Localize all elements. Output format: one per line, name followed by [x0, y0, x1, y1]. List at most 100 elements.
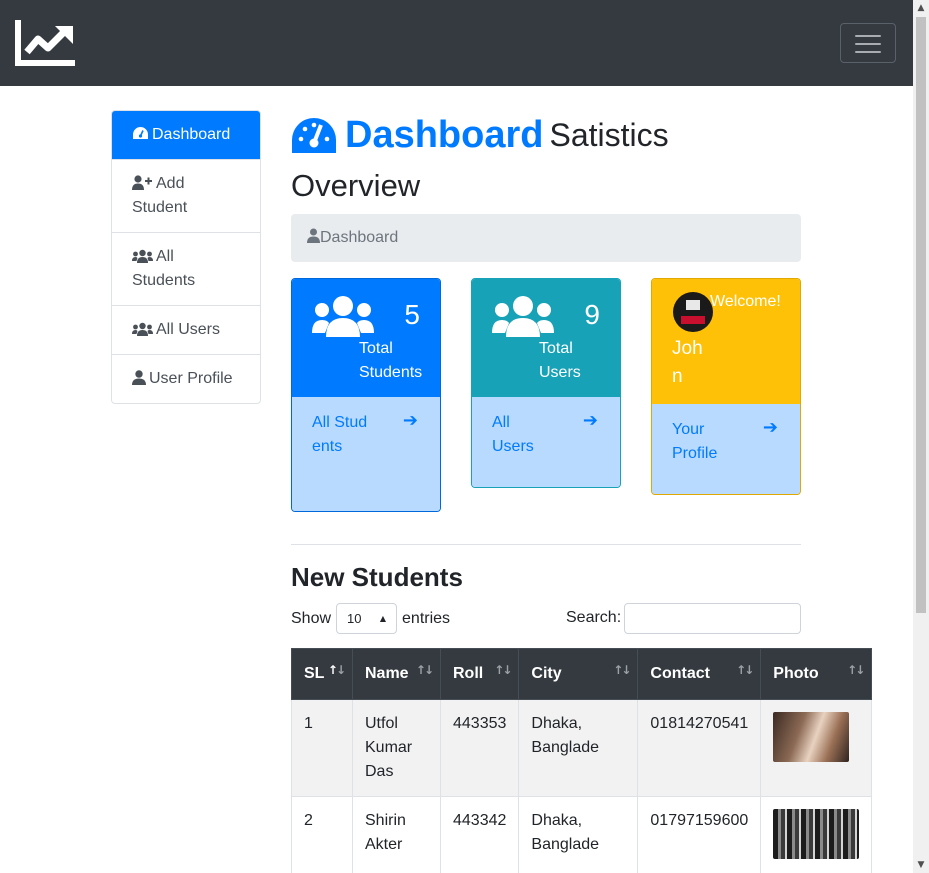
- user-icon: [307, 228, 320, 243]
- sidebar-item-label: All Users: [156, 321, 221, 338]
- sidebar: Dashboard Add Student All Students All U…: [111, 110, 261, 404]
- sort-icon: ↑↓: [415, 663, 434, 677]
- column-header-roll[interactable]: Roll ↑↓: [439, 648, 520, 700]
- user-plus-icon: [132, 175, 152, 190]
- entries-length-control: Show 10 ▲ entries: [291, 603, 450, 634]
- scroll-up-icon[interactable]: ▲: [913, 0, 929, 16]
- users-icon: [312, 296, 374, 337]
- breadcrumb-item[interactable]: Dashboard: [320, 229, 398, 246]
- cell-name: Utfol Kumar Das: [352, 699, 441, 797]
- table-row: 1 Utfol Kumar Das 443353 Dhaka, Banglade…: [291, 699, 873, 797]
- new-students-table: SL ↑↓ Name ↑↓ Roll ↑↓ City ↑↓ Contact ↑↓ Phot…: [291, 648, 873, 873]
- cell-roll: 443353: [439, 699, 520, 797]
- cell-roll: 443342: [439, 796, 520, 873]
- brand-chart-line-icon[interactable]: [15, 18, 77, 66]
- column-header-label: Contact: [650, 665, 710, 682]
- total-users-label: Total Users: [539, 340, 581, 381]
- all-students-link-text: All Students: [312, 414, 368, 455]
- column-header-label: Name: [365, 665, 409, 682]
- column-header-photo[interactable]: Photo ↑↓: [760, 648, 873, 700]
- student-photo: [773, 712, 850, 762]
- entries-select[interactable]: 10 ▲: [336, 603, 398, 634]
- entries-label: entries: [402, 609, 451, 627]
- total-students-card-header: 5 Total Students: [292, 279, 440, 397]
- column-header-label: SL: [304, 665, 325, 682]
- your-profile-link[interactable]: Your Profile ➔: [652, 404, 800, 494]
- sidebar-item-dashboard[interactable]: Dashboard: [112, 111, 260, 159]
- your-profile-link-text: Your Profile: [672, 421, 718, 462]
- sort-icon: ↑↓: [847, 663, 865, 677]
- welcome-card: Welcome! John Your Profile ➔: [651, 278, 801, 495]
- sidebar-item-label: User Profile: [149, 370, 233, 387]
- navbar-toggler-button[interactable]: [840, 23, 896, 63]
- sidebar-item-label: Dashboard: [152, 126, 231, 143]
- all-users-link-text: All Users: [492, 414, 534, 455]
- arrow-right-icon: ➔: [402, 410, 418, 431]
- sidebar-item-add-student[interactable]: Add Student: [112, 159, 260, 232]
- users-icon: [492, 296, 554, 337]
- student-photo: [773, 809, 860, 859]
- welcome-card-header: Welcome! John: [652, 279, 800, 404]
- cell-city: Dhaka, Banglade: [518, 699, 639, 797]
- sidebar-item-user-profile[interactable]: User Profile: [112, 354, 260, 403]
- total-users-card: 9 Total Users All Users ➔: [471, 278, 621, 488]
- cell-city: Dhaka, Banglade: [518, 796, 639, 873]
- vertical-scrollbar[interactable]: ▲ ▼: [913, 0, 929, 873]
- hamburger-icon-bar: [855, 51, 881, 53]
- sidebar-item-all-users[interactable]: All Users: [112, 305, 260, 354]
- cell-name: Shirin Akter: [352, 796, 441, 873]
- table-header-row: SL ↑↓ Name ↑↓ Roll ↑↓ City ↑↓ Contact ↑↓ Phot…: [291, 648, 873, 700]
- cell-sl: 2: [291, 796, 353, 873]
- hamburger-icon: [855, 35, 881, 37]
- navbar: [0, 0, 913, 86]
- cell-photo: [760, 796, 873, 873]
- show-label: Show: [291, 609, 332, 627]
- column-header-label: Roll: [453, 665, 484, 682]
- column-header-city[interactable]: City ↑↓: [518, 648, 639, 700]
- cell-photo: [760, 699, 873, 797]
- table-row: 2 Shirin Akter 443342 Dhaka, Banglade 01…: [291, 796, 873, 873]
- column-header-label: City: [531, 665, 562, 682]
- overview-heading: Overview: [291, 168, 421, 203]
- tachometer-icon: [133, 127, 148, 139]
- arrow-right-icon: ➔: [582, 410, 598, 431]
- sort-icon: ↑↓: [327, 663, 346, 677]
- arrow-right-icon: ➔: [762, 417, 778, 438]
- page-title-text: Dashboard: [345, 114, 544, 156]
- user-name: John: [672, 338, 703, 387]
- total-students-label: Total Students: [359, 340, 423, 381]
- divider: [291, 544, 801, 545]
- page-title: Dashboard Satistics: [291, 114, 669, 164]
- column-header-sl[interactable]: SL ↑↓: [291, 648, 353, 700]
- all-students-link[interactable]: All Students ➔: [292, 397, 440, 511]
- search-label: Search:: [566, 609, 622, 626]
- total-students-count: 5: [404, 299, 420, 330]
- sort-icon: ↑↓: [736, 663, 754, 677]
- total-students-card: 5 Total Students All Students ➔: [291, 278, 441, 512]
- column-header-name[interactable]: Name ↑↓: [352, 648, 441, 700]
- sort-icon: ↑↓: [494, 663, 512, 677]
- sort-icon: ↑↓: [613, 663, 631, 677]
- welcome-text: Welcome!: [710, 293, 781, 310]
- hamburger-icon-bar: [855, 43, 881, 45]
- avatar: [673, 292, 713, 332]
- all-users-link[interactable]: All Users ➔: [472, 397, 620, 487]
- entries-select-value: 10: [347, 611, 362, 626]
- cell-sl: 1: [291, 699, 353, 797]
- total-users-card-header: 9 Total Users: [472, 279, 620, 397]
- page-subtitle: Satistics: [549, 117, 669, 153]
- sidebar-item-all-students[interactable]: All Students: [112, 232, 260, 305]
- search-input[interactable]: [624, 603, 801, 634]
- scrollbar-thumb[interactable]: [916, 17, 926, 613]
- cell-contact: 01814270541: [637, 699, 762, 797]
- scroll-down-icon[interactable]: ▼: [913, 857, 929, 873]
- total-users-count: 9: [584, 299, 600, 330]
- column-header-contact[interactable]: Contact ↑↓: [637, 648, 762, 700]
- user-icon: [132, 370, 146, 385]
- cell-contact: 01797159600: [637, 796, 762, 873]
- column-header-label: Photo: [773, 665, 819, 682]
- new-students-heading: New Students: [291, 562, 463, 592]
- users-icon: [132, 249, 153, 263]
- tachometer-icon: [292, 117, 336, 153]
- users-icon: [132, 322, 153, 336]
